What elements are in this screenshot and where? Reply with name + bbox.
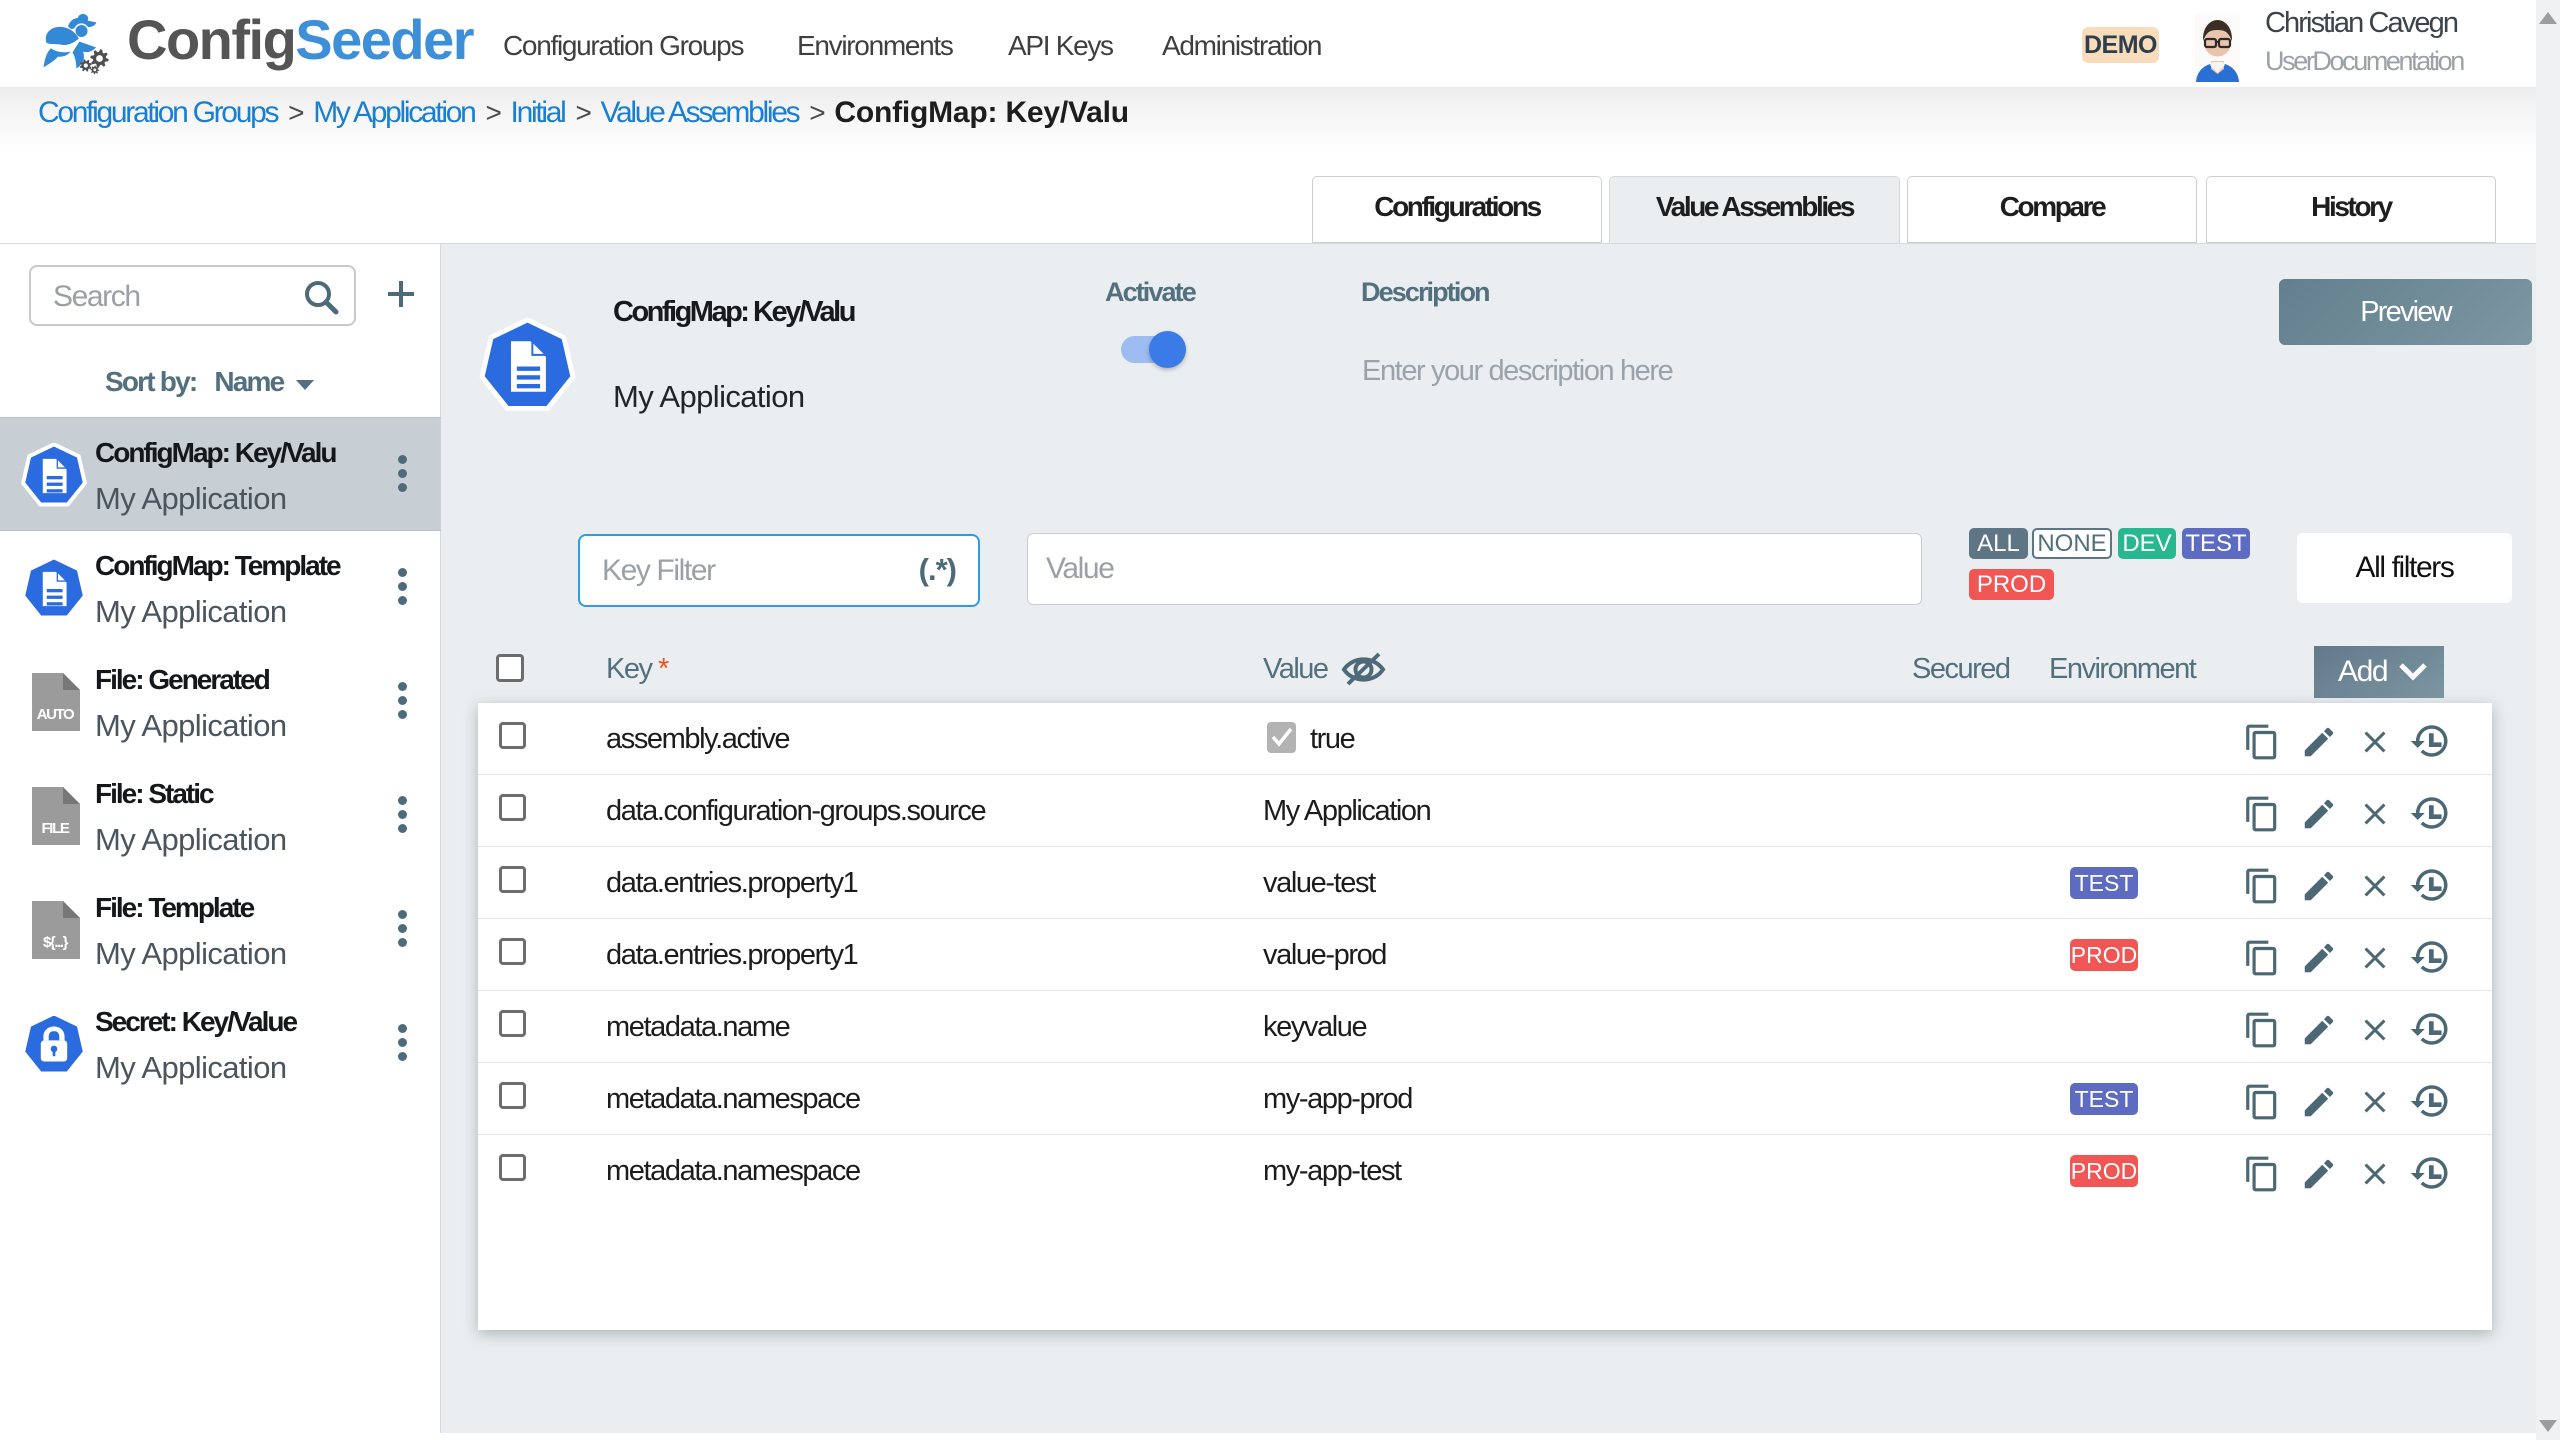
svg-text:${...}: ${...} — [43, 934, 69, 951]
svg-text:AUTO: AUTO — [37, 706, 75, 723]
svg-text:FILE: FILE — [42, 820, 70, 837]
